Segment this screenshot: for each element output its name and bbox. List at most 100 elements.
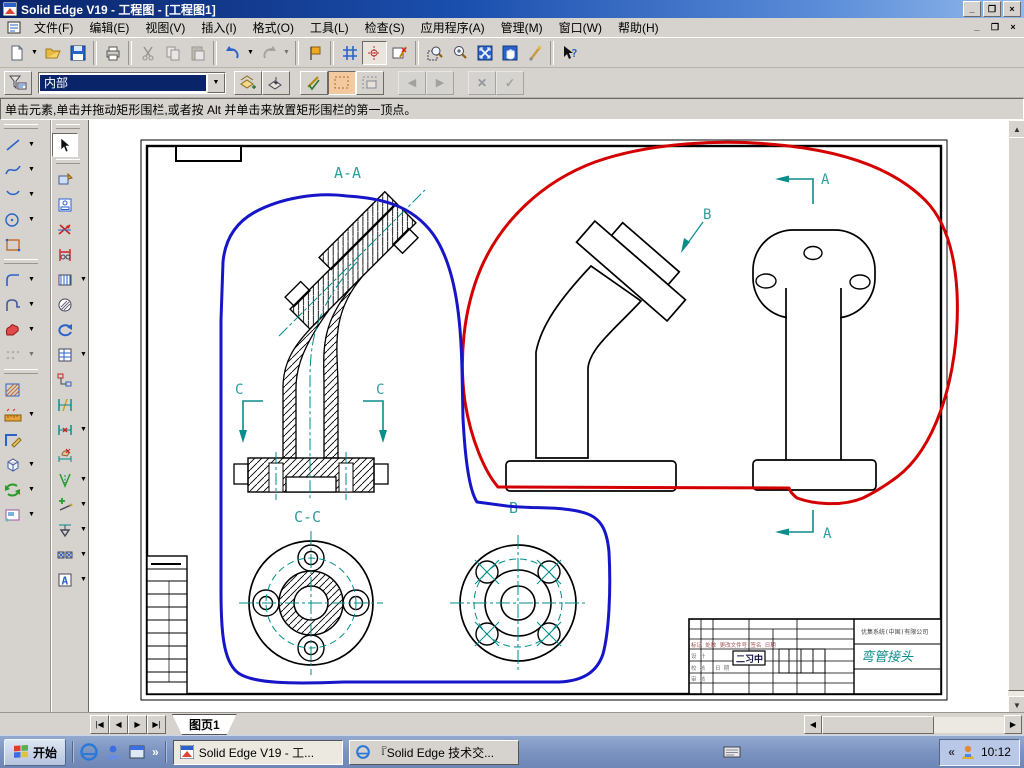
mdi-minimize-button[interactable]: _ bbox=[969, 21, 985, 35]
sheet-nav-next[interactable]: ▶ bbox=[128, 715, 147, 734]
open-button[interactable] bbox=[40, 41, 65, 65]
refresh-dropdown[interactable]: ▼ bbox=[26, 479, 37, 501]
quicklaunch-ie-icon[interactable] bbox=[80, 743, 98, 761]
quicklaunch-window-icon[interactable] bbox=[128, 743, 146, 761]
drawing-view-tool[interactable] bbox=[52, 193, 78, 217]
menu-view[interactable]: 视图(V) bbox=[137, 17, 193, 38]
line-tool-dropdown[interactable]: ▼ bbox=[26, 134, 37, 156]
restore-button[interactable]: ❐ bbox=[983, 1, 1001, 17]
menu-inspect[interactable]: 检查(S) bbox=[357, 17, 413, 38]
arc-tool-dropdown[interactable]: ▼ bbox=[26, 184, 37, 206]
zoom-button[interactable] bbox=[447, 41, 472, 65]
print-button[interactable] bbox=[100, 41, 125, 65]
curve-tool[interactable] bbox=[0, 158, 26, 182]
tray-collapse-chevron[interactable]: « bbox=[948, 745, 955, 759]
new-button[interactable] bbox=[4, 41, 29, 65]
view-wizard-tool[interactable] bbox=[52, 168, 78, 192]
sheet-nav-last[interactable]: ▶| bbox=[147, 715, 166, 734]
distance-between-tool[interactable] bbox=[52, 418, 78, 442]
paste-button[interactable] bbox=[185, 41, 210, 65]
overlay-add-button[interactable] bbox=[234, 70, 262, 95]
menu-format[interactable]: 格式(O) bbox=[245, 17, 302, 38]
annotation-plus-tool[interactable] bbox=[52, 493, 78, 517]
sketch-view-button[interactable] bbox=[387, 41, 412, 65]
close-button[interactable]: × bbox=[1003, 1, 1021, 17]
dimension-angle-tool[interactable] bbox=[52, 468, 78, 492]
fit-button[interactable] bbox=[472, 41, 497, 65]
line-tool[interactable] bbox=[0, 133, 26, 157]
dimension-ruler-tool[interactable] bbox=[0, 403, 26, 427]
smart-dimension-tool[interactable] bbox=[52, 393, 78, 417]
fence-overlap-button[interactable] bbox=[356, 70, 384, 95]
horizontal-scroll-thumb[interactable] bbox=[822, 715, 934, 734]
rectangle-tool[interactable] bbox=[0, 233, 26, 257]
menu-applications[interactable]: 应用程序(A) bbox=[413, 17, 493, 38]
select-tool[interactable] bbox=[52, 132, 78, 157]
tray-user-icon[interactable] bbox=[960, 744, 976, 760]
redo-dropdown[interactable]: ▼ bbox=[281, 42, 292, 64]
refresh-tool[interactable] bbox=[0, 478, 26, 502]
cutting-plane-tool[interactable] bbox=[52, 243, 78, 267]
curve-tool-dropdown[interactable]: ▼ bbox=[26, 159, 37, 181]
task-button-solidedge[interactable]: Solid Edge V19 - 工... bbox=[172, 739, 343, 765]
start-button[interactable]: 开始 bbox=[4, 738, 67, 766]
help-button[interactable]: ? bbox=[557, 41, 582, 65]
fill-tool[interactable] bbox=[0, 318, 26, 342]
hatch-tool[interactable] bbox=[0, 378, 26, 402]
image-tool-dropdown[interactable]: ▼ bbox=[26, 504, 37, 526]
circle-tool[interactable] bbox=[0, 208, 26, 232]
save-button[interactable] bbox=[65, 41, 90, 65]
scroll-up-button[interactable]: ▲ bbox=[1008, 120, 1024, 138]
pattern-tool[interactable] bbox=[0, 343, 26, 367]
edge-paint-tool[interactable] bbox=[0, 428, 26, 452]
section-tool[interactable] bbox=[52, 268, 78, 292]
mdi-restore-button[interactable]: ❐ bbox=[987, 21, 1003, 35]
pan-button[interactable] bbox=[497, 41, 522, 65]
undo-dropdown[interactable]: ▼ bbox=[245, 42, 256, 64]
text-profile-tool[interactable]: A bbox=[52, 568, 78, 592]
menu-window[interactable]: 窗口(W) bbox=[551, 17, 610, 38]
back-button[interactable]: ◀ bbox=[398, 70, 426, 95]
redo-button[interactable] bbox=[256, 41, 281, 65]
accept-button[interactable]: ✓ bbox=[496, 70, 524, 95]
draw-check-button[interactable] bbox=[300, 70, 328, 95]
box-3d-tool[interactable] bbox=[0, 453, 26, 477]
quicklaunch-messenger-icon[interactable] bbox=[104, 743, 122, 761]
circle-tool-dropdown[interactable]: ▼ bbox=[26, 209, 37, 231]
sheet-nav-prev[interactable]: ◀ bbox=[109, 715, 128, 734]
menu-manage[interactable]: 管理(M) bbox=[493, 17, 551, 38]
menu-help[interactable]: 帮助(H) bbox=[610, 17, 667, 38]
goto-flag-button[interactable] bbox=[302, 41, 327, 65]
hscroll-left-button[interactable]: ◀ bbox=[804, 715, 822, 734]
query-combobox-arrow[interactable]: ▼ bbox=[207, 72, 225, 93]
forward-button[interactable]: ▶ bbox=[426, 70, 454, 95]
parts-list-tool[interactable] bbox=[52, 343, 78, 367]
cut-button[interactable] bbox=[135, 41, 160, 65]
drawing-canvas[interactable]: 标记 处数 更改文件号 签名 日期 设 计 校 核 审 核 日 期 二习中 优集… bbox=[88, 120, 1008, 712]
mdi-close-button[interactable]: × bbox=[1005, 21, 1021, 35]
grid-button[interactable] bbox=[337, 41, 362, 65]
cancel-button[interactable]: ✕ bbox=[468, 70, 496, 95]
fill-tool-dropdown[interactable]: ▼ bbox=[26, 319, 37, 341]
input-method-icon[interactable] bbox=[723, 745, 741, 759]
palette-grip[interactable] bbox=[4, 124, 38, 129]
fillet-tool[interactable] bbox=[0, 268, 26, 292]
appearance-wand-button[interactable] bbox=[522, 41, 547, 65]
update-view-tool[interactable] bbox=[52, 318, 78, 342]
box-3d-dropdown[interactable]: ▼ bbox=[26, 454, 37, 476]
principal-view-tool[interactable] bbox=[52, 218, 78, 242]
horizontal-scroll-track[interactable] bbox=[934, 716, 1004, 733]
undo-button[interactable] bbox=[220, 41, 245, 65]
vertical-scroll-thumb[interactable] bbox=[1008, 137, 1024, 691]
menu-tools[interactable]: 工具(L) bbox=[302, 17, 357, 38]
menu-insert[interactable]: 插入(I) bbox=[193, 17, 244, 38]
task-button-browser[interactable]: 『Solid Edge 技术交... bbox=[348, 739, 519, 765]
sheet-nav-first[interactable]: |◀ bbox=[90, 715, 109, 734]
sheet-tab-active[interactable]: 图页1 bbox=[172, 714, 237, 735]
overlay-button[interactable] bbox=[262, 70, 290, 95]
fillet-tool-dropdown[interactable]: ▼ bbox=[26, 269, 37, 291]
hscroll-right-button[interactable]: ▶ bbox=[1004, 715, 1022, 734]
zoom-area-button[interactable] bbox=[422, 41, 447, 65]
fence-inside-button[interactable] bbox=[328, 70, 356, 95]
menu-file[interactable]: 文件(F) bbox=[26, 17, 81, 38]
